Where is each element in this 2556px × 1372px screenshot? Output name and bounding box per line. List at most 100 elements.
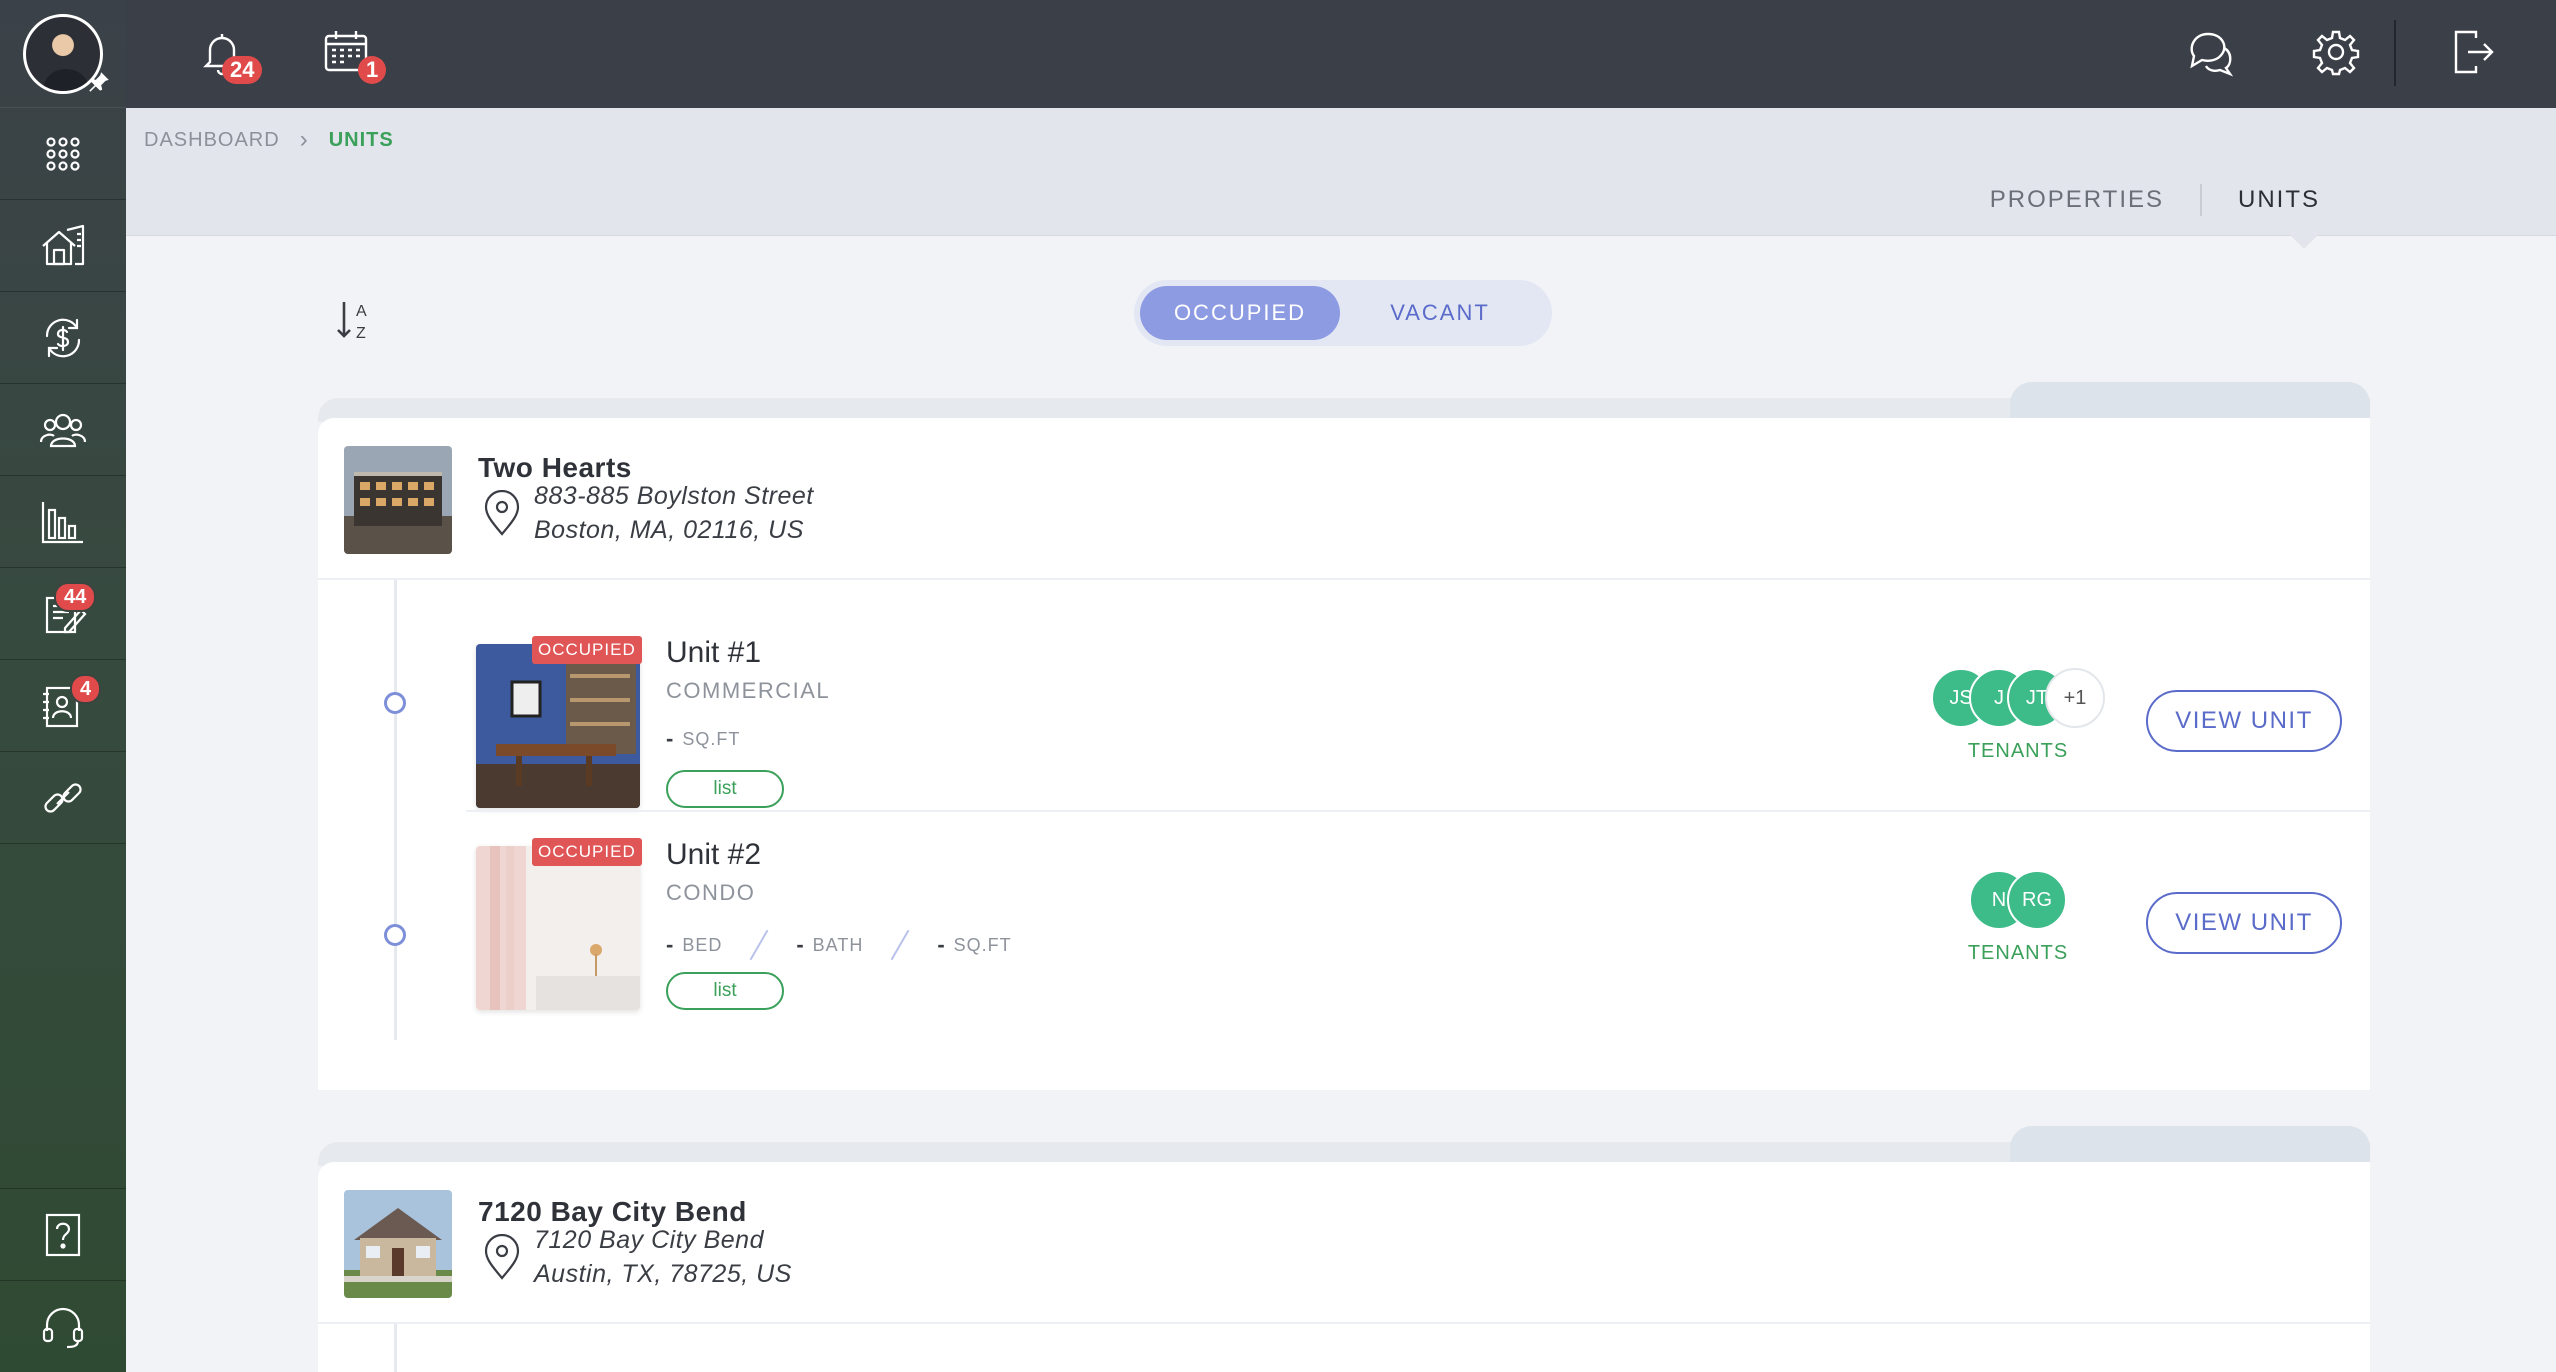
settings-button[interactable]: [2310, 26, 2362, 78]
user-avatar-area[interactable]: [0, 0, 126, 108]
svg-text:A: A: [356, 303, 367, 320]
bath-label: BATH: [812, 934, 864, 955]
sidebar-item-properties[interactable]: [0, 200, 126, 292]
active-tab-caret: [2290, 235, 2318, 249]
card-tab: [2010, 382, 2370, 422]
sqft-label: SQ.FT: [953, 934, 1012, 955]
tenants-label: TENANTS: [1967, 942, 2069, 964]
tenants-group[interactable]: JS J JT +1 TENANTS: [1908, 668, 2128, 763]
sidebar-item-help[interactable]: [0, 1188, 126, 1280]
sidebar-item-applications[interactable]: 4: [0, 660, 126, 752]
units-list: OCCUPIED Unit #1 COMMERCIAL - SQ.FT list…: [318, 580, 2370, 1040]
unit-title[interactable]: Unit #2: [666, 838, 761, 872]
sqft-label: SQ.FT: [682, 728, 741, 749]
logout-icon: [2454, 30, 2494, 74]
list-button[interactable]: list: [666, 972, 784, 1010]
property-thumbnail: [344, 1190, 452, 1298]
unit-thumbnail: [476, 846, 640, 1010]
view-unit-button[interactable]: VIEW UNIT: [2146, 690, 2342, 752]
chevron-right-icon: ›: [299, 126, 309, 153]
applications-badge: 4: [70, 674, 102, 704]
gear-icon: [2312, 30, 2360, 76]
integrations-icon: [44, 782, 82, 813]
topbar: 24 1: [126, 0, 2556, 108]
property-name: 7120 Bay City Bend: [478, 1196, 747, 1227]
leases-badge: 44: [54, 582, 97, 612]
tenants-icon: [39, 413, 87, 447]
view-tabs: PROPERTIES UNITS: [1954, 184, 2356, 216]
property-card: Two Hearts 883-885 Boylston Street Bosto…: [318, 382, 2370, 1090]
tab-properties[interactable]: PROPERTIES: [1954, 186, 2200, 214]
spec-divider: [890, 929, 910, 961]
property-name: Two Hearts: [478, 452, 632, 483]
sidebar-bottom: [0, 1188, 126, 1372]
chat-icon: [2190, 32, 2234, 77]
property-address-line1: 7120 Bay City Bend: [534, 1226, 764, 1254]
unit-specs: - SQ.FT: [666, 726, 740, 752]
location-pin-icon: [484, 1234, 520, 1280]
pin-icon[interactable]: [86, 69, 112, 95]
property-header[interactable]: Two Hearts 883-885 Boylston Street Bosto…: [318, 418, 2370, 580]
logout-button[interactable]: [2446, 26, 2498, 78]
sidebar-item-integrations[interactable]: [0, 752, 126, 844]
view-unit-button[interactable]: VIEW UNIT: [2146, 892, 2342, 954]
property-address-line2: Boston, MA, 02116, US: [534, 516, 804, 544]
sidebar-item-tenants[interactable]: [0, 384, 126, 476]
tab-units[interactable]: UNITS: [2202, 186, 2356, 214]
tenant-more-count[interactable]: +1: [2045, 668, 2105, 728]
property-address-line1: 883-885 Boylston Street: [534, 482, 814, 510]
messages-button[interactable]: [2184, 26, 2236, 78]
sidebar: 44 4: [0, 0, 126, 1372]
topbar-divider: [2394, 20, 2396, 86]
tenant-avatar[interactable]: RG: [2007, 870, 2067, 930]
sort-az-icon[interactable]: A Z: [334, 296, 378, 344]
property-header[interactable]: 7120 Bay City Bend 7120 Bay City Bend Au…: [318, 1162, 2370, 1324]
sqft-value: -: [666, 726, 675, 751]
units-list: [318, 1324, 2370, 1372]
status-badge: OCCUPIED: [532, 636, 642, 664]
svg-text:Z: Z: [356, 325, 366, 342]
unit-type: CONDO: [666, 880, 756, 905]
calendar-badge: 1: [358, 56, 387, 84]
status-badge: OCCUPIED: [532, 838, 642, 866]
bath-value: -: [796, 932, 805, 957]
notifications-badge: 24: [222, 56, 263, 84]
sidebar-item-leases[interactable]: 44: [0, 568, 126, 660]
timeline-dot: [384, 692, 406, 714]
property-thumbnail: [344, 446, 452, 554]
unit-specs: - BED - BATH - SQ.FT: [666, 928, 1012, 962]
breadcrumb: DASHBOARD › UNITS: [144, 126, 394, 154]
property-address-line2: Austin, TX, 78725, US: [534, 1260, 792, 1288]
list-button[interactable]: list: [666, 770, 784, 808]
sidebar-item-support[interactable]: [0, 1280, 126, 1372]
property-card: 7120 Bay City Bend 7120 Bay City Bend Au…: [318, 1126, 2370, 1372]
tenant-avatars: N RG: [1908, 870, 2128, 930]
subheader: DASHBOARD › UNITS PROPERTIES UNITS: [126, 108, 2556, 249]
sidebar-item-payments[interactable]: [0, 292, 126, 384]
payments-icon: [45, 318, 81, 357]
units-timeline: [394, 1324, 397, 1372]
tenants-group[interactable]: N RG TENANTS: [1908, 870, 2128, 965]
unit-type: COMMERCIAL: [666, 678, 831, 703]
vacant-option[interactable]: VACANT: [1340, 286, 1540, 340]
location-pin-icon: [484, 490, 520, 536]
apps-grid-icon: [46, 136, 80, 171]
notifications-button[interactable]: 24: [196, 26, 263, 84]
spec-divider: [749, 929, 769, 961]
card-tab: [2010, 1126, 2370, 1166]
reports-icon: [41, 501, 83, 543]
breadcrumb-dashboard[interactable]: DASHBOARD: [144, 129, 280, 152]
calendar-button[interactable]: 1: [320, 26, 387, 84]
unit-row: OCCUPIED Unit #2 CONDO - BED - BATH - SQ…: [384, 810, 2370, 1040]
timeline-dot: [384, 924, 406, 946]
unit-title[interactable]: Unit #1: [666, 636, 761, 670]
occupied-option[interactable]: OCCUPIED: [1140, 286, 1340, 340]
bed-value: -: [666, 932, 675, 957]
bed-label: BED: [682, 934, 723, 955]
tenant-avatars: JS J JT +1: [1908, 668, 2128, 728]
occupancy-toggle: OCCUPIED VACANT: [1134, 280, 1552, 346]
unit-thumbnail: [476, 644, 640, 808]
sidebar-item-reports[interactable]: [0, 476, 126, 568]
breadcrumb-units: UNITS: [328, 128, 394, 151]
sidebar-item-apps[interactable]: [0, 108, 126, 200]
